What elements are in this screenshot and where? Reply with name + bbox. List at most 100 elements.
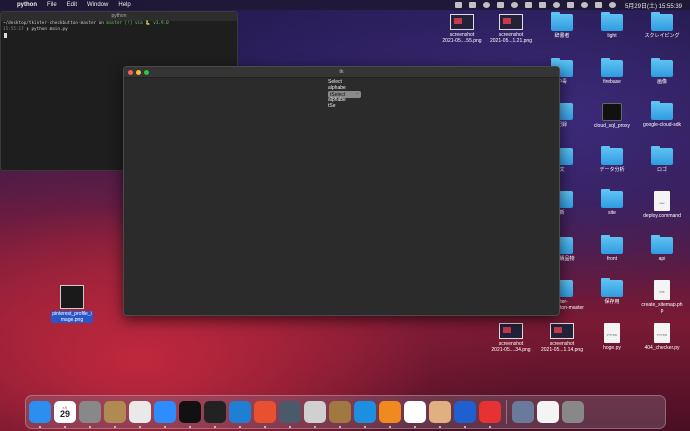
tray-cloud-icon[interactable]: [510, 2, 518, 8]
desktop-icon-file-pinterest[interactable]: pinterest_profile_i mage.png: [45, 285, 99, 323]
dock-smartgit-icon[interactable]: [404, 401, 426, 428]
dock-keka-icon[interactable]: [329, 401, 351, 428]
dock-system-preferences-icon[interactable]: [79, 401, 101, 428]
desktop-icon-label: スクレイピング: [644, 33, 680, 39]
dock-sourcetree-icon[interactable]: [379, 401, 401, 428]
desktop-icon-file-create-sitemap[interactable]: PHP create_sitemap.ph p: [635, 280, 689, 314]
folder-icon: [601, 146, 623, 165]
tray-search-icon[interactable]: [580, 2, 588, 8]
desktop-icon-label: 辞書者: [554, 33, 570, 39]
menu-window[interactable]: Window: [87, 2, 108, 8]
desktop-icon-label: データ分析: [599, 167, 625, 173]
tray-box-icon[interactable]: [454, 2, 462, 8]
desktop-icon-folder-scraping[interactable]: スクレイピング: [635, 12, 689, 39]
desktop-icon-folder-hozonyou[interactable]: 保存用: [585, 278, 639, 305]
desktop-icon-folder-jisho[interactable]: 辞書者: [535, 12, 589, 39]
tk-window[interactable]: tk Select alphabe tSelect ⌃ alphabe tSe: [123, 66, 560, 316]
menu-help[interactable]: Help: [118, 2, 130, 8]
desktop-icon-screenshot-4[interactable]: screenshot 2021-05...1.14.png: [535, 323, 589, 353]
dock-quicktime-icon[interactable]: [279, 401, 301, 428]
dock-finder-icon[interactable]: [29, 401, 51, 428]
desktop-icon-app-cloud-sql-proxy[interactable]: cloud_sql_proxy: [585, 103, 639, 129]
desktop-icon-label: 画像: [656, 79, 667, 85]
calendar-day: 29: [59, 408, 70, 419]
menu-app-name[interactable]: python: [17, 2, 37, 8]
desktop-icon-folder-gazou[interactable]: 画像: [635, 58, 689, 85]
desktop-icon-label: api: [658, 256, 666, 262]
dock-zoom-icon[interactable]: [154, 401, 176, 428]
folder-icon: [551, 12, 573, 31]
desktop-icon-folder-site[interactable]: site: [585, 189, 639, 216]
tk-titlebar[interactable]: tk: [124, 67, 559, 78]
tray-battery-icon[interactable]: [538, 2, 546, 8]
tk-label-tse: tSe: [328, 103, 336, 109]
terminal-cursor: [4, 33, 7, 38]
running-indicator: [164, 426, 166, 428]
folder-icon: [601, 278, 623, 297]
file-type-tag: PYTHON: [656, 334, 668, 337]
desktop-icon-label: site: [608, 210, 616, 216]
terminal-title: python: [111, 13, 127, 19]
dock-terminal-icon[interactable]: [204, 401, 226, 428]
desktop-icon-label: pinterest_profile_i mage.png: [51, 311, 93, 323]
dock-downloads-icon[interactable]: [512, 401, 534, 423]
file-icon: [60, 285, 84, 309]
desktop-icon-label: screenshot 2021-05....34.png: [491, 341, 531, 353]
menu-clock[interactable]: 5月29日(土) 15:55:39: [625, 1, 682, 10]
tray-pause-icon[interactable]: [482, 2, 490, 8]
tray-wifi-icon[interactable]: [566, 2, 574, 8]
desktop-icon-folder-logo[interactable]: ロゴ: [635, 146, 689, 173]
menu-edit[interactable]: Edit: [67, 2, 77, 8]
folder-icon: [651, 12, 673, 31]
file-icon: exec: [654, 191, 670, 211]
desktop-icon-screenshot-2[interactable]: screenshot 2021-05...1.21.png: [484, 14, 538, 44]
dock-archive-icon[interactable]: [104, 401, 126, 428]
dock-trash-icon[interactable]: [562, 401, 584, 423]
dock-preview-icon[interactable]: [429, 401, 451, 428]
menu-file[interactable]: File: [47, 2, 57, 8]
dock-chrome-icon[interactable]: [129, 401, 151, 428]
dock-document-icon[interactable]: [537, 401, 559, 423]
tk-content: Select alphabe tSelect ⌃ alphabe tSe: [328, 79, 361, 109]
tray-control-center-icon[interactable]: [594, 2, 602, 8]
desktop-icon-folder-firebase[interactable]: firebase: [585, 58, 639, 85]
tray-p-icon[interactable]: [496, 2, 504, 8]
desktop-icon-file-deploy-command[interactable]: exec deploy.command: [635, 191, 689, 219]
desktop-icon-folder-api[interactable]: api: [635, 235, 689, 262]
running-indicator: [289, 426, 291, 428]
dock-terminal-green-icon[interactable]: [179, 401, 201, 428]
running-indicator: [414, 426, 416, 428]
dock-infinity-icon[interactable]: [454, 401, 476, 428]
desktop-icon-label: hoge.py: [603, 345, 621, 351]
desktop-icon-folder-google-cloud-sdk[interactable]: google-cloud-sdk: [635, 101, 689, 128]
desktop-icon-label: deploy.command: [643, 213, 681, 219]
tray-siri-icon[interactable]: [608, 2, 616, 8]
desktop-icon-label: 404_checker.py: [644, 345, 680, 351]
desktop-icon-folder-front[interactable]: front: [585, 235, 639, 262]
desktop-icon-file-404-checker[interactable]: PYTHON 404_checker.py: [635, 323, 689, 351]
running-indicator: [464, 426, 466, 428]
desktop-icon-screenshot-3[interactable]: screenshot 2021-05....34.png: [484, 323, 538, 353]
desktop-icon-folder-light[interactable]: light: [585, 12, 639, 39]
desktop-icon-folder-data-bunseki[interactable]: データ分析: [585, 146, 639, 173]
terminal-titlebar[interactable]: python: [1, 12, 237, 21]
dock-calendar-icon[interactable]: 5月 29: [54, 401, 76, 428]
dock-safari-icon[interactable]: [254, 401, 276, 428]
tray-bluetooth-icon[interactable]: [552, 2, 560, 8]
dock-docker-icon[interactable]: [354, 401, 376, 428]
file-type-tag: PHP: [659, 291, 665, 294]
dock-sequel-icon[interactable]: [304, 401, 326, 428]
dock-clock-icon[interactable]: [479, 401, 501, 428]
running-indicator: [364, 426, 366, 428]
tray-stack-icon[interactable]: [468, 2, 476, 8]
desktop-icon-file-hoge-py[interactable]: PYTHON hoge.py: [585, 323, 639, 351]
desktop-icon-label: 保存用: [604, 299, 620, 305]
folder-icon: [601, 12, 623, 31]
file-icon: [499, 323, 523, 339]
menu-bar: python File Edit Window Help 5月29日(土) 15…: [0, 0, 690, 10]
dock-vscode-icon[interactable]: [229, 401, 251, 428]
desktop-icon-screenshot-1[interactable]: screenshot 2021-05....55.png: [435, 14, 489, 44]
terminal-cursor-line: [1, 33, 237, 40]
running-indicator: [39, 426, 41, 428]
tray-pen-icon[interactable]: [524, 2, 532, 8]
